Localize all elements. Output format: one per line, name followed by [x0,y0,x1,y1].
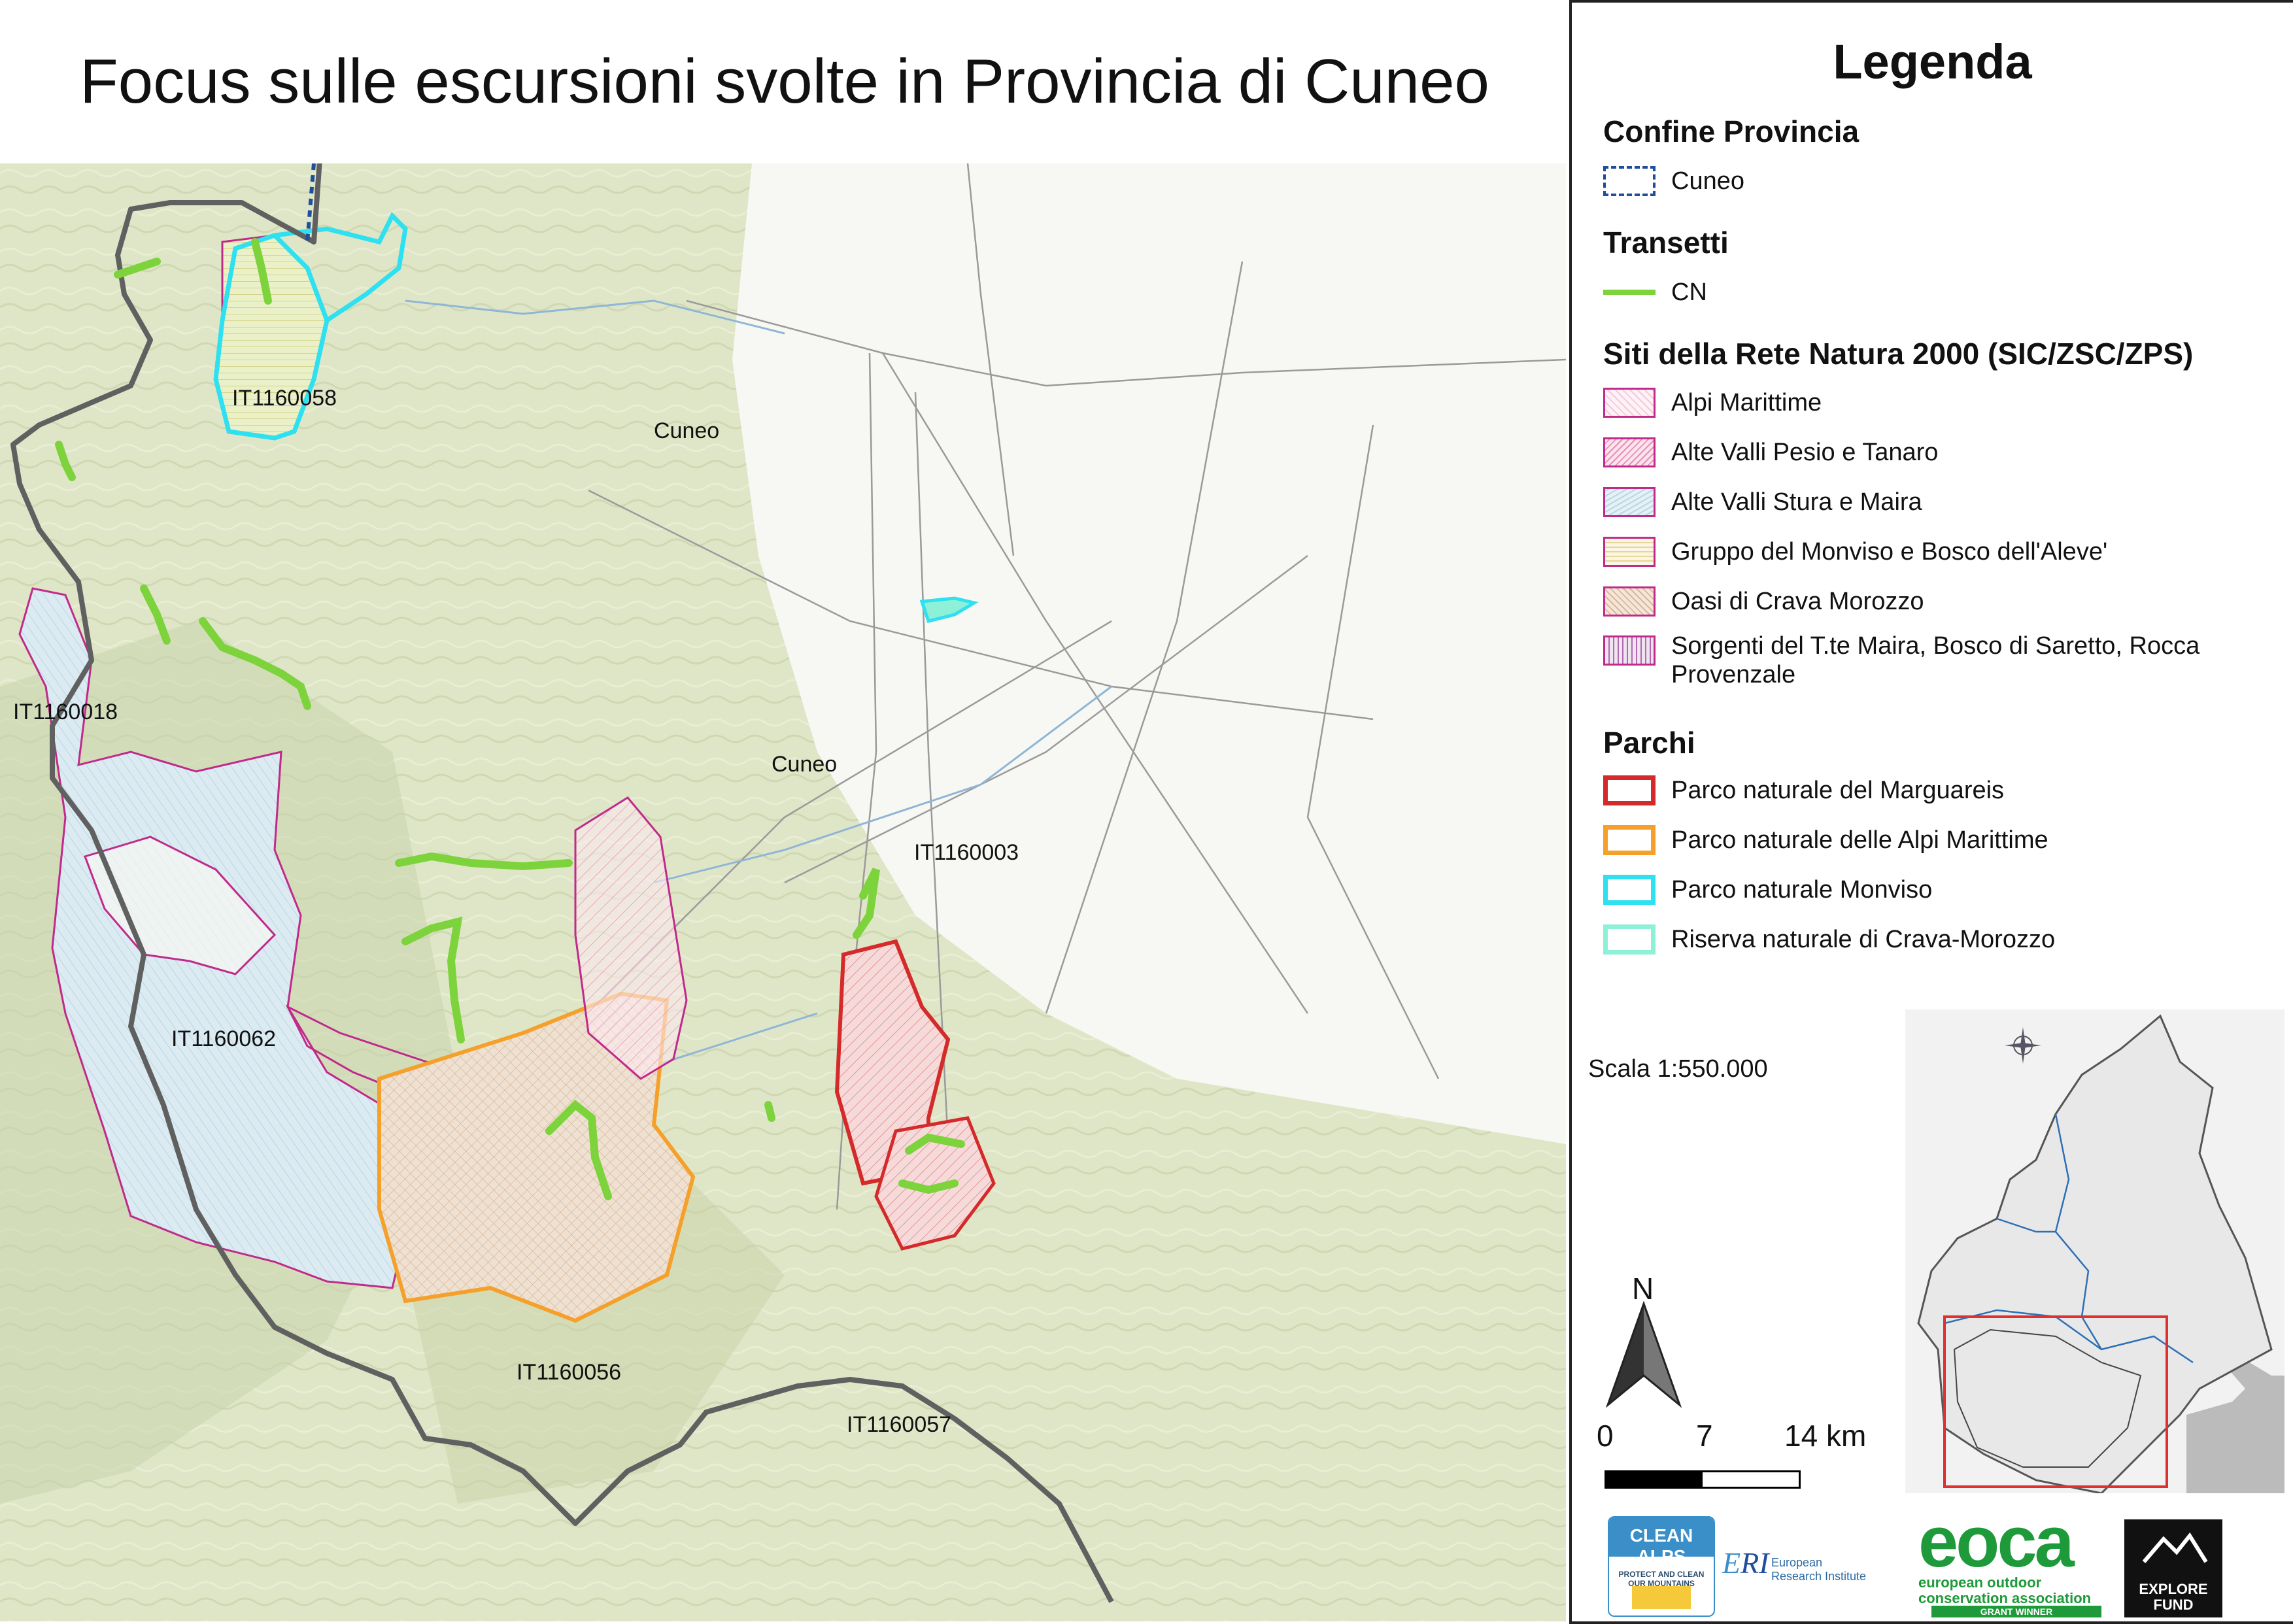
compass-rose-icon [2003,1026,2043,1065]
legend-item-alpi-marittime-park: Parco naturale delle Alpi Marittime [1603,820,2048,860]
legend-title: Legenda [1833,35,2032,89]
eoca-wordmark: eoca [1918,1502,2075,1582]
legend-heading-confine: Confine Provincia [1603,114,1860,148]
legend-item-sorgenti-maira: Sorgenti del T.te Maira, Bosco di Sarett… [1603,632,2247,697]
legend-item-cn: CN [1603,273,1707,312]
site-label: IT1160058 [232,386,337,411]
scalebar-label: 0 [1597,1419,1614,1453]
site-label: IT1160003 [914,840,1019,865]
hatch-swatch [1603,586,1656,617]
legend-item-monviso-aleve: Gruppo del Monviso e Bosco dell'Aleve' [1603,532,2107,571]
legend-item-alte-valli-pesio: Alte Valli Pesio e Tanaro [1603,433,1938,472]
map-frame[interactable]: IT1160058 IT1160018 IT1160062 IT1160056 … [0,163,1566,1621]
scalebar-label: 7 [1696,1419,1713,1453]
eri-logo: ERI European Research Institute [1722,1546,1866,1585]
scalebar [1605,1470,1801,1489]
scalebar-label: 14 km [1784,1419,1867,1453]
clean-alps-tagline: PROTECT AND CLEAN OUR MOUNTAINS [1618,1570,1705,1588]
legend-heading-transetti: Transetti [1603,226,1729,260]
eri-wordmark: European Research Institute [1771,1556,1867,1583]
site-label: IT1160018 [13,700,118,724]
line-swatch [1603,290,1656,295]
transect[interactable] [764,1101,775,1122]
map-canvas[interactable] [0,163,1566,1621]
eoca-logo: eoca european outdoor conservation assoc… [1918,1506,2115,1617]
scalebar-black-segment [1606,1472,1703,1487]
legend-item-crava-morozzo-reserve: Riserva naturale di Crava-Morozzo [1603,920,2055,959]
box-swatch [1603,924,1656,955]
legend-panel: Legenda Confine Provincia Cuneo Transett… [1569,0,2293,1624]
north-letter: N [1632,1272,1654,1306]
explore-fund-logo: EXPLORE FUND [2124,1519,2222,1617]
map-title: Focus sulle escursioni svolte in Provinc… [80,46,1489,116]
site-label: IT1160056 [517,1360,622,1385]
legend-item-cuneo: Cuneo [1603,161,1744,201]
clean-alps-wordmark: CLEAN ALPS [1629,1525,1693,1566]
hatch-swatch [1603,487,1656,517]
place-label: Cuneo [654,418,720,443]
box-swatch [1603,825,1656,855]
clean-alps-logo: CLEAN ALPS PROTECT AND CLEAN OUR MOUNTAI… [1608,1516,1715,1617]
inset-map [1905,1009,2285,1493]
place-label: Cuneo [772,752,838,777]
legend-item-monviso-park: Parco naturale Monviso [1603,870,1932,909]
legend-item-alte-valli-stura: Alte Valli Stura e Maira [1603,482,1922,522]
site-label: IT1160062 [171,1026,277,1051]
scale-label: Scala 1:550.000 [1588,1055,1768,1083]
hatch-swatch [1603,635,1656,666]
dashed-boundary-swatch [1603,166,1656,196]
eoca-tagline: european outdoor conservation associatio… [1918,1574,2092,1606]
explore-fund-wordmark: EXPLORE FUND [2139,1581,2208,1613]
legend-item-marguareis: Parco naturale del Marguareis [1603,771,2004,810]
legend-heading-natura: Siti della Rete Natura 2000 (SIC/ZSC/ZPS… [1603,337,2194,371]
site-label: IT1160057 [847,1412,952,1437]
grant-winner-badge: GRANT WINNER [1931,1606,2101,1617]
box-swatch [1603,875,1656,905]
hatch-swatch [1603,388,1656,418]
legend-item-alpi-marittime: Alpi Marittime [1603,383,1822,422]
hatch-swatch [1603,437,1656,467]
hatch-swatch [1603,537,1656,567]
north-arrow-icon: N [1598,1272,1690,1408]
legend-item-crava-morozzo-oasi: Oasi di Crava Morozzo [1603,582,1924,621]
legend-heading-parchi: Parchi [1603,726,1695,760]
box-swatch [1603,775,1656,805]
